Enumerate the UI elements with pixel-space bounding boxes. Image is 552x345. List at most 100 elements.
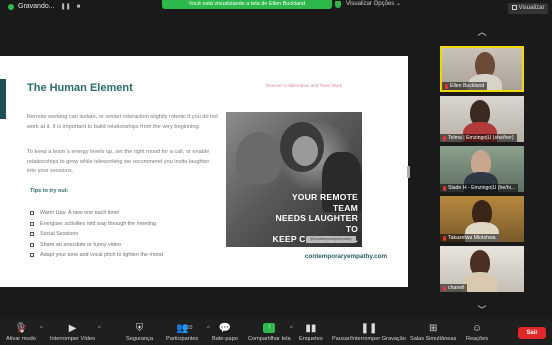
participants-button[interactable]: 👥 33 Participantes — [166, 322, 198, 343]
checkbox-icon — [30, 242, 34, 247]
slide-accent-bar — [0, 79, 6, 119]
panel-resize-handle[interactable] — [407, 166, 410, 178]
tip-item: Share an anecdote or funny video — [30, 240, 163, 251]
tip-text: Warm Ups: A new one each time! — [40, 210, 120, 217]
tip-item: Warm Ups: A new one each time! — [30, 208, 163, 219]
video-camera-icon: ▶ — [68, 323, 77, 334]
share-screen-icon: ↑ — [263, 323, 276, 333]
grid-icon — [511, 5, 517, 10]
slide-photo: YOUR REMOTE TEAM NEEDS LAUGHTER TO KEEP … — [226, 112, 362, 247]
reactions-button[interactable]: ☺ Reações — [466, 322, 488, 343]
slide-title: The Human Element — [27, 82, 133, 94]
pause-icon: ❚❚ — [360, 323, 378, 334]
zoom-meeting-window: Gravando... ❚❚ ■ Você está visualizando … — [0, 0, 552, 345]
microphone-icon: 🎙 — [15, 322, 28, 335]
chevron-down-icon: ⌄ — [395, 1, 401, 7]
muted-mic-icon — [443, 285, 446, 291]
tip-item: Adapt your tone and vocal pitch to light… — [30, 250, 163, 261]
participants-count: 33 — [186, 325, 193, 331]
slide-subtitle: Remote Collaboration and Team Work — [266, 83, 343, 88]
pause-recording-label: Pausar/Interromper Gravação — [332, 336, 406, 342]
slide-paragraph-2: To keep a team´s energy levels up, set t… — [27, 149, 210, 174]
tip-text: Energiser activities mid way through the… — [40, 220, 156, 227]
chevron-up-icon[interactable]: ^ — [40, 326, 43, 332]
checkbox-icon — [30, 232, 34, 237]
breakout-rooms-button[interactable]: ⊞ Salas Simultâneas — [410, 322, 456, 343]
screen-share-banner: Você está visualizando a tela de Ellen B… — [162, 0, 332, 9]
slide-paragraph-1: Remote working can isolate, or render in… — [27, 114, 218, 130]
chat-label: Bate-papo — [212, 336, 238, 342]
stop-video-button[interactable]: ▶ Interromper Vídeo — [50, 322, 95, 343]
recording-indicator: Gravando... ❚❚ ■ — [8, 3, 80, 10]
tip-text: Social Sessions — [40, 231, 79, 238]
chevron-up-icon[interactable]: ^ — [98, 326, 101, 332]
participant-tile[interactable]: Slade H - Emzingo|U (he/hi... — [440, 146, 524, 192]
participant-name: Ellen Buckland — [442, 82, 488, 90]
pause-recording-button[interactable]: ❚❚ Pausar/Interromper Gravação — [332, 322, 406, 343]
participant-name: Slade H - Emzingo|U (he/hi... — [440, 184, 519, 192]
photo-caption-line: YOUR REMOTE TEAM — [291, 192, 358, 213]
shared-slide: The Human Element Remote Collaboration a… — [0, 56, 408, 287]
chevron-down-icon[interactable]: ﹀ — [475, 306, 489, 315]
breakout-rooms-label: Salas Simultâneas — [410, 336, 457, 342]
view-button[interactable]: Visualizar — [508, 3, 548, 14]
participant-name-text: Slade H - Emzingo|U (he/hi... — [448, 185, 516, 191]
reactions-label: Reações — [466, 336, 489, 342]
participant-tile[interactable]: chanell — [440, 246, 524, 292]
view-button-label: Visualizar — [518, 5, 545, 11]
participants-label: Participantes — [166, 336, 199, 342]
photo-person — [236, 132, 282, 184]
checkbox-icon — [30, 211, 34, 216]
tip-item: Energiser activities mid way through the… — [30, 219, 163, 230]
tips-list: Warm Ups: A new one each time! Energiser… — [30, 208, 163, 261]
stop-video-label: Interromper Vídeo — [50, 336, 96, 342]
top-bar: Gravando... ❚❚ ■ Você está visualizando … — [0, 0, 552, 18]
tip-text: Adapt your tone and vocal pitch to light… — [40, 252, 163, 259]
view-options-label: Visualizar Opções — [346, 1, 395, 7]
polls-button[interactable]: ▮▮ Enquetes — [299, 322, 323, 343]
photo-caption-line: NEEDS LAUGHTER TO — [275, 213, 358, 234]
pause-recording-icon[interactable]: ❚❚ — [61, 3, 71, 10]
meeting-toolbar: 🎙 Ativar mudo ^ ▶ Interromper Vídeo ^ ⛨ … — [0, 319, 552, 345]
slide-website: contemporaryempathy.com — [305, 253, 388, 260]
participant-name-text: chanell — [448, 285, 465, 291]
security-label: Segurança — [126, 336, 154, 342]
participant-name-text: Ellen Buckland — [450, 83, 485, 89]
bar-chart-icon: ▮▮ — [305, 323, 317, 334]
share-screen-label: Compartilhar tela — [248, 336, 291, 342]
checkbox-icon — [30, 221, 34, 226]
participant-tile[interactable]: Telma | Emzingo|U (she/her) — [440, 96, 524, 142]
share-screen-button[interactable]: ↑ Compartilhar tela — [248, 322, 291, 343]
unmute-label: Ativar mudo — [6, 336, 36, 342]
participant-name: Takazelwa Mlotshwa — [440, 234, 499, 242]
security-button[interactable]: ⛨ Segurança — [126, 322, 153, 343]
shield-icon: ⛨ — [135, 323, 144, 334]
muted-mic-icon — [443, 135, 446, 141]
recording-label: Gravando... — [18, 3, 55, 10]
shield-icon — [335, 1, 341, 8]
chevron-up-icon[interactable]: ︿ — [475, 28, 489, 37]
chat-button[interactable]: 💬 Bate-papo — [212, 322, 238, 343]
participant-name: Telma | Emzingo|U (she/her) — [440, 134, 517, 142]
muted-mic-icon — [443, 185, 446, 191]
participant-name: chanell — [440, 284, 468, 292]
muted-mic-icon — [443, 235, 446, 241]
polls-label: Enquetes — [299, 336, 323, 342]
view-options-menu[interactable]: Visualizar Opções ⌄ — [346, 0, 401, 9]
unmute-button[interactable]: 🎙 Ativar mudo — [6, 322, 36, 343]
participant-tile[interactable]: Takazelwa Mlotshwa — [440, 196, 524, 242]
stop-recording-icon[interactable]: ■ — [77, 4, 81, 10]
participant-name-text: Takazelwa Mlotshwa — [448, 235, 496, 241]
participant-tile[interactable]: Ellen Buckland — [440, 46, 524, 92]
chevron-up-icon[interactable]: ^ — [207, 326, 210, 332]
participants-icon: 👥 33 — [175, 323, 193, 334]
smiley-icon: ☺ — [471, 323, 483, 334]
tip-item: Social Sessions — [30, 229, 163, 240]
tips-heading: Tips to try out: — [30, 188, 69, 194]
chevron-up-icon[interactable]: ^ — [290, 326, 293, 332]
recording-dot-icon — [8, 3, 14, 10]
muted-mic-icon — [445, 83, 448, 89]
checkbox-icon — [30, 253, 34, 258]
leave-button[interactable]: Sair — [518, 327, 546, 339]
breakout-rooms-icon: ⊞ — [428, 323, 438, 334]
